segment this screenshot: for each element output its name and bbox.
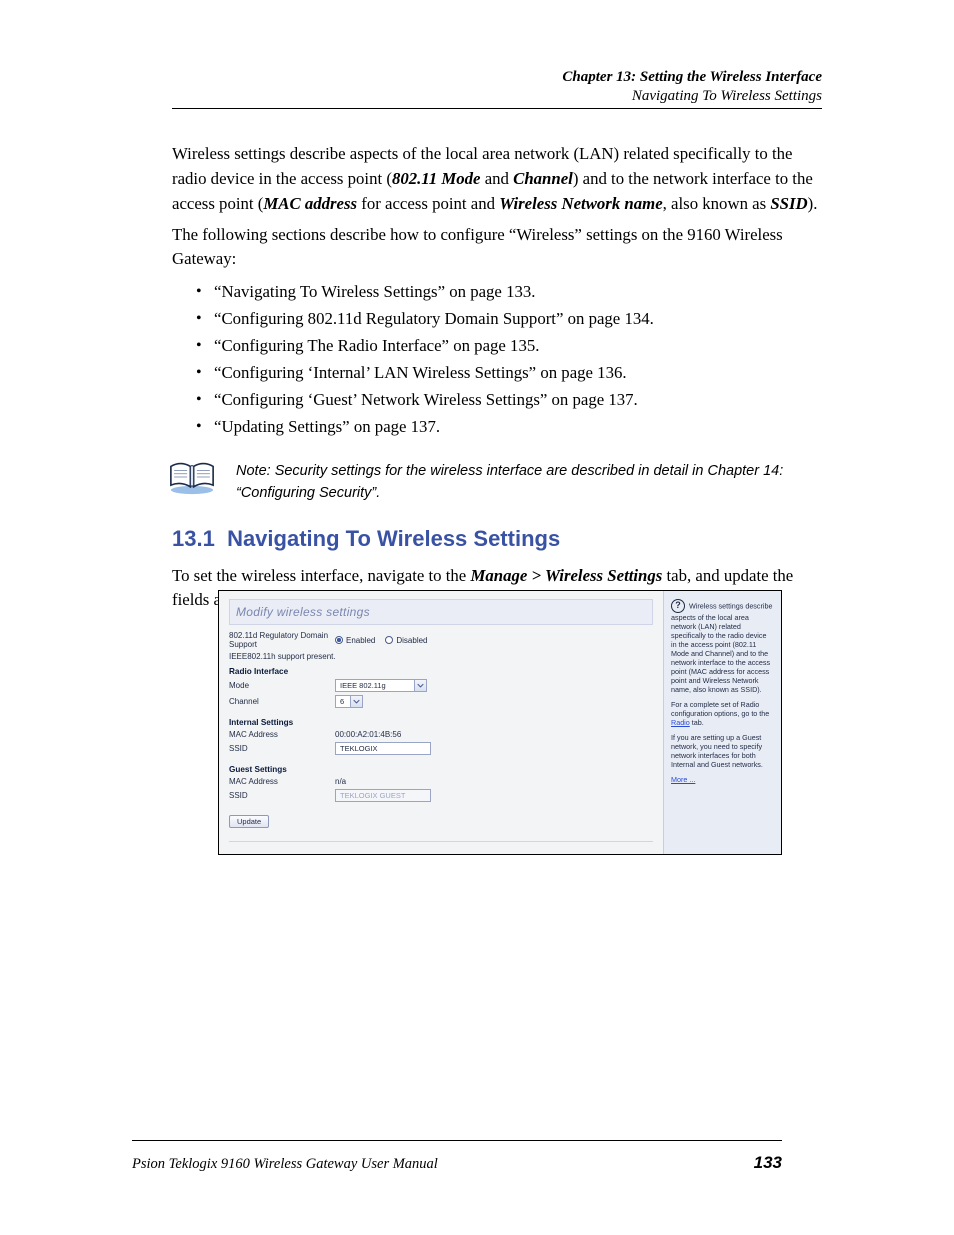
internal-mac-value: 00:00:A2:01:4B:56 — [335, 730, 653, 739]
help-icon: ? — [671, 599, 685, 613]
page-number: 133 — [754, 1153, 782, 1173]
footer-rule — [132, 1140, 782, 1141]
reg-disabled-radio[interactable]: Disabled — [385, 636, 427, 645]
list-item: •“Configuring ‘Internal’ LAN Wireless Se… — [196, 361, 822, 386]
note-block: Note: Security settings for the wireless… — [172, 461, 822, 505]
header-section: Navigating To Wireless Settings — [562, 87, 822, 106]
guest-settings-heading: Guest Settings — [229, 765, 653, 774]
list-item: •“Updating Settings” on page 137. — [196, 415, 822, 440]
running-header: Chapter 13: Setting the Wireless Interfa… — [562, 68, 822, 106]
mode-select[interactable]: IEEE 802.11g — [335, 679, 427, 692]
ieee-11h-row: IEEE802.11h support present. — [229, 652, 653, 661]
list-item: •“Configuring ‘Guest’ Network Wireless S… — [196, 388, 822, 413]
chevron-down-icon — [350, 696, 362, 707]
guest-ssid-input[interactable]: TEKLOGIX GUEST — [335, 789, 431, 802]
panel-divider — [229, 841, 653, 842]
note-text: Note: Security settings for the wireless… — [236, 461, 822, 505]
internal-mac-row: MAC Address 00:00:A2:01:4B:56 — [229, 730, 653, 739]
list-item: •“Navigating To Wireless Settings” on pa… — [196, 280, 822, 305]
intro-paragraph: Wireless settings describe aspects of th… — [172, 142, 822, 217]
internal-ssid-row: SSID TEKLOGIX — [229, 742, 653, 755]
mode-row: Mode IEEE 802.11g — [229, 679, 653, 692]
bullet-list: •“Navigating To Wireless Settings” on pa… — [172, 280, 822, 439]
open-book-icon — [166, 457, 218, 495]
panel-title: Modify wireless settings — [236, 605, 370, 619]
more-link[interactable]: More ... — [671, 775, 695, 784]
wireless-settings-screenshot: Modify wireless settings 802.11d Regulat… — [218, 590, 782, 855]
lead-in-paragraph: The following sections describe how to c… — [172, 223, 822, 273]
page-footer: Psion Teklogix 9160 Wireless Gateway Use… — [132, 1153, 782, 1173]
radio-interface-heading: Radio Interface — [229, 667, 653, 676]
guest-mac-row: MAC Address n/a — [229, 777, 653, 786]
footer-text: Psion Teklogix 9160 Wireless Gateway Use… — [132, 1156, 438, 1173]
internal-ssid-input[interactable]: TEKLOGIX — [335, 742, 431, 755]
panel-title-bar: Modify wireless settings — [229, 599, 653, 625]
radio-tab-link[interactable]: Radio — [671, 718, 690, 727]
reg-domain-row: 802.11d Regulatory Domain Support Enable… — [229, 631, 653, 649]
internal-settings-heading: Internal Settings — [229, 718, 653, 727]
header-chapter: Chapter 13: Setting the Wireless Interfa… — [562, 68, 822, 87]
channel-row: Channel 6 — [229, 695, 653, 708]
header-rule — [172, 108, 822, 109]
guest-ssid-row: SSID TEKLOGIX GUEST — [229, 789, 653, 802]
chevron-down-icon — [414, 680, 426, 691]
guest-mac-value: n/a — [335, 777, 653, 786]
update-button[interactable]: Update — [229, 815, 269, 828]
reg-enabled-radio[interactable]: Enabled — [335, 636, 375, 645]
section-heading: 13.1 Navigating To Wireless Settings — [172, 523, 822, 556]
list-item: •“Configuring 802.11d Regulatory Domain … — [196, 307, 822, 332]
list-item: •“Configuring The Radio Interface” on pa… — [196, 334, 822, 359]
body-text: Wireless settings describe aspects of th… — [172, 142, 822, 619]
help-sidebar: ? Wireless settings describe aspects of … — [663, 591, 781, 854]
channel-select[interactable]: 6 — [335, 695, 363, 708]
